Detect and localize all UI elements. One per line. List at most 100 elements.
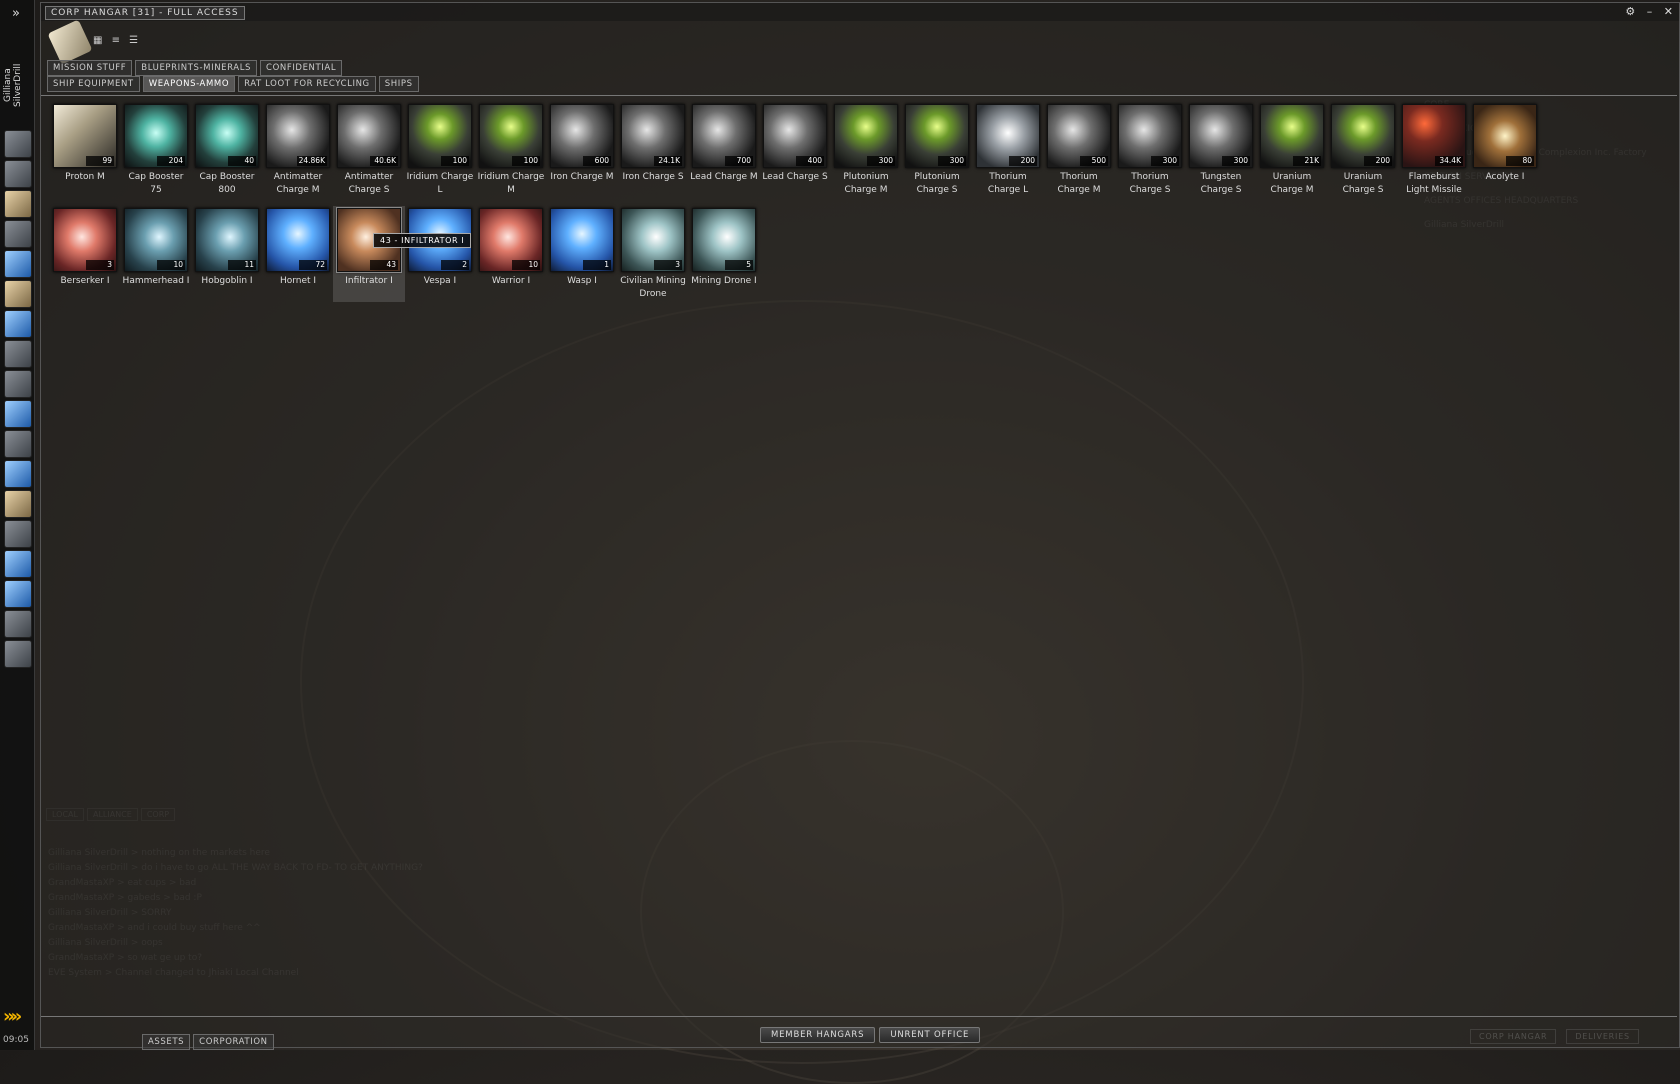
hangar-item-vespa-i[interactable]: 2 Vespa I <box>406 208 474 288</box>
tab-row-1: MISSION STUFF BLUEPRINTS-MINERALS CONFIDEN… <box>47 60 345 76</box>
tab-mission-stuff[interactable]: MISSION STUFF <box>47 60 133 76</box>
neocom-wallet-icon[interactable] <box>4 550 32 578</box>
tab-rat-loot-for-recycling[interactable]: RAT LOOT FOR RECYCLING <box>238 76 376 92</box>
hangar-item-cap-booster-800[interactable]: 40 Cap Booster 800 <box>193 104 261 197</box>
hangar-item-hammerhead-i[interactable]: 10 Hammerhead I <box>122 208 190 288</box>
corp-hangar-button[interactable]: CORP HANGAR <box>1470 1029 1557 1044</box>
item-tooltip: 43 - INFILTRATOR I <box>373 233 472 248</box>
hangar-item-hobgoblin-i[interactable]: 11 Hobgoblin I <box>193 208 261 288</box>
item-icon: 200 <box>1331 104 1395 168</box>
item-name: Cap Booster 800 <box>199 172 255 195</box>
hangar-item-iron-charge-m[interactable]: 600 Iron Charge M <box>548 104 616 184</box>
item-quantity: 10 <box>512 260 540 270</box>
neocom-industry-icon[interactable] <box>4 400 32 428</box>
hangar-item-berserker-i[interactable]: 3 Berserker I <box>51 208 119 288</box>
neocom-map-icon[interactable] <box>4 130 32 158</box>
hangar-item-lead-charge-s[interactable]: 400 Lead Charge S <box>761 104 829 184</box>
neocom-journal-icon[interactable] <box>4 280 32 308</box>
item-icon: 5 <box>692 208 756 272</box>
tab-confidential[interactable]: CONFIDENTIAL <box>260 60 343 76</box>
hangar-item-lead-charge-m[interactable]: 700 Lead Charge M <box>690 104 758 184</box>
hangar-item-civilian-mining-drone[interactable]: 3 Civilian Mining Drone <box>619 208 687 301</box>
item-quantity: 99 <box>86 156 114 166</box>
tab-weapons-ammo[interactable]: WEAPONS-AMMO <box>142 76 236 92</box>
item-name: Mining Drone I <box>691 276 757 286</box>
hangar-item-iridium-charge-l[interactable]: 100 Iridium Charge L <box>406 104 474 197</box>
hangar-item-uranium-charge-m[interactable]: 21K Uranium Charge M <box>1258 104 1326 197</box>
neocom-science-icon[interactable] <box>4 340 32 368</box>
tab-ship-equipment[interactable]: SHIP EQUIPMENT <box>47 76 140 92</box>
item-icon: 11 <box>195 208 259 272</box>
tab-row-2: SHIP EQUIPMENT WEAPONS-AMMO RAT LOOT FOR R… <box>47 76 422 92</box>
hangar-item-wasp-i[interactable]: 1 Wasp I <box>548 208 616 288</box>
hangar-item-flameburst-light-missile[interactable]: 34.4K Flameburst Light Missile <box>1400 104 1468 197</box>
hangar-item-uranium-charge-s[interactable]: 200 Uranium Charge S <box>1329 104 1397 197</box>
neocom-help-icon[interactable] <box>4 580 32 608</box>
neocom-market-icon[interactable] <box>4 250 32 278</box>
hangar-item-cap-booster-75[interactable]: 204 Cap Booster 75 <box>122 104 190 197</box>
item-quantity: 300 <box>1151 156 1179 166</box>
deliveries-button[interactable]: DELIVERIES <box>1566 1029 1639 1044</box>
tab-corporation[interactable]: CORPORATION <box>193 1034 274 1050</box>
neocom-people-icon[interactable] <box>4 430 32 458</box>
item-name: Thorium Charge M <box>1057 172 1101 195</box>
tab-ships[interactable]: SHIPS <box>378 76 419 92</box>
item-icon: 10 <box>479 208 543 272</box>
item-quantity: 300 <box>1222 156 1250 166</box>
window-title: CORP HANGAR [31] - FULL ACCESS <box>45 6 245 20</box>
item-quantity: 72 <box>299 260 327 270</box>
view-mode-icons[interactable]: ▦ ≡ ☰ <box>93 35 141 46</box>
hangar-item-plutonium-charge-m[interactable]: 300 Plutonium Charge M <box>832 104 900 197</box>
item-name: Iron Charge M <box>550 172 614 182</box>
item-icon: 400 <box>763 104 827 168</box>
item-icon: 500 <box>1047 104 1111 168</box>
member-hangars-button[interactable]: MEMBER HANGARS <box>760 1027 876 1043</box>
item-name: Infiltrator I <box>345 276 393 286</box>
tab-blueprints-minerals[interactable]: BLUEPRINTS-MINERALS <box>135 60 258 76</box>
item-quantity: 2 <box>441 260 469 270</box>
close-icon[interactable]: ✕ <box>1664 5 1673 18</box>
neocom-collapse-icon[interactable]: » <box>6 6 26 24</box>
item-name: Vespa I <box>423 276 457 286</box>
hangar-item-warrior-i[interactable]: 10 Warrior I <box>477 208 545 288</box>
neocom-starmap-icon[interactable] <box>4 310 32 338</box>
item-icon: 72 <box>266 208 330 272</box>
neocom-notepad-icon[interactable] <box>4 490 32 518</box>
neocom-ships-icon[interactable] <box>4 610 32 638</box>
neocom-mail-icon[interactable] <box>4 190 32 218</box>
hangar-item-infiltrator-i[interactable]: 43 Infiltrator I <box>335 207 403 288</box>
item-icon: 100 <box>408 104 472 168</box>
hangar-item-hornet-i[interactable]: 72 Hornet I <box>264 208 332 288</box>
hangar-item-tungsten-charge-s[interactable]: 300 Tungsten Charge S <box>1187 104 1255 197</box>
hangar-item-mining-drone-i[interactable]: 5 Mining Drone I <box>690 208 758 288</box>
hangar-item-thorium-charge-l[interactable]: 200 Thorium Charge L <box>974 104 1042 197</box>
minimize-icon[interactable]: – <box>1647 5 1653 18</box>
hangar-item-plutonium-charge-s[interactable]: 300 Plutonium Charge S <box>903 104 971 197</box>
neocom-drones-icon[interactable] <box>4 640 32 668</box>
neocom-corporation-icon[interactable] <box>4 520 32 548</box>
hangar-item-thorium-charge-s[interactable]: 300 Thorium Charge S <box>1116 104 1184 197</box>
hangar-item-iron-charge-s[interactable]: 24.1K Iron Charge S <box>619 104 687 184</box>
window-titlebar[interactable]: CORP HANGAR [31] - FULL ACCESS ⚙ – ✕ <box>41 3 1679 21</box>
hangar-icon <box>47 19 93 65</box>
item-quantity: 11 <box>228 260 256 270</box>
neocom-assets-icon[interactable] <box>4 370 32 398</box>
hangar-item-antimatter-charge-m[interactable]: 24.86K Antimatter Charge M <box>264 104 332 197</box>
neocom-character-icon[interactable] <box>4 160 32 188</box>
hangar-item-antimatter-charge-s[interactable]: 40.6K Antimatter Charge S <box>335 104 403 197</box>
item-quantity: 34.4K <box>1435 156 1463 166</box>
hangar-item-grid[interactable]: 99 Proton M 204 Cap Booster 75 40 Cap Booster… <box>41 95 1677 1017</box>
hangar-item-proton-m[interactable]: 99 Proton M <box>51 104 119 184</box>
character-name[interactable]: Gilliana SilverDrill <box>3 50 29 120</box>
unrent-office-button[interactable]: UNRENT OFFICE <box>879 1027 981 1043</box>
settings-icon[interactable]: ⚙ <box>1625 5 1635 18</box>
neocom-fitting-icon[interactable] <box>4 220 32 248</box>
hangar-item-iridium-charge-m[interactable]: 100 Iridium Charge M <box>477 104 545 197</box>
item-quantity: 10 <box>157 260 185 270</box>
neocom-planets-icon[interactable] <box>4 460 32 488</box>
hangar-item-thorium-charge-m[interactable]: 500 Thorium Charge M <box>1045 104 1113 197</box>
tab-assets[interactable]: ASSETS <box>142 1034 191 1050</box>
neocom-expand-icon[interactable]: »» <box>3 1006 31 1027</box>
hangar-item-acolyte-i[interactable]: 80 Acolyte I <box>1471 104 1539 184</box>
item-name: Plutonium Charge S <box>914 172 960 195</box>
